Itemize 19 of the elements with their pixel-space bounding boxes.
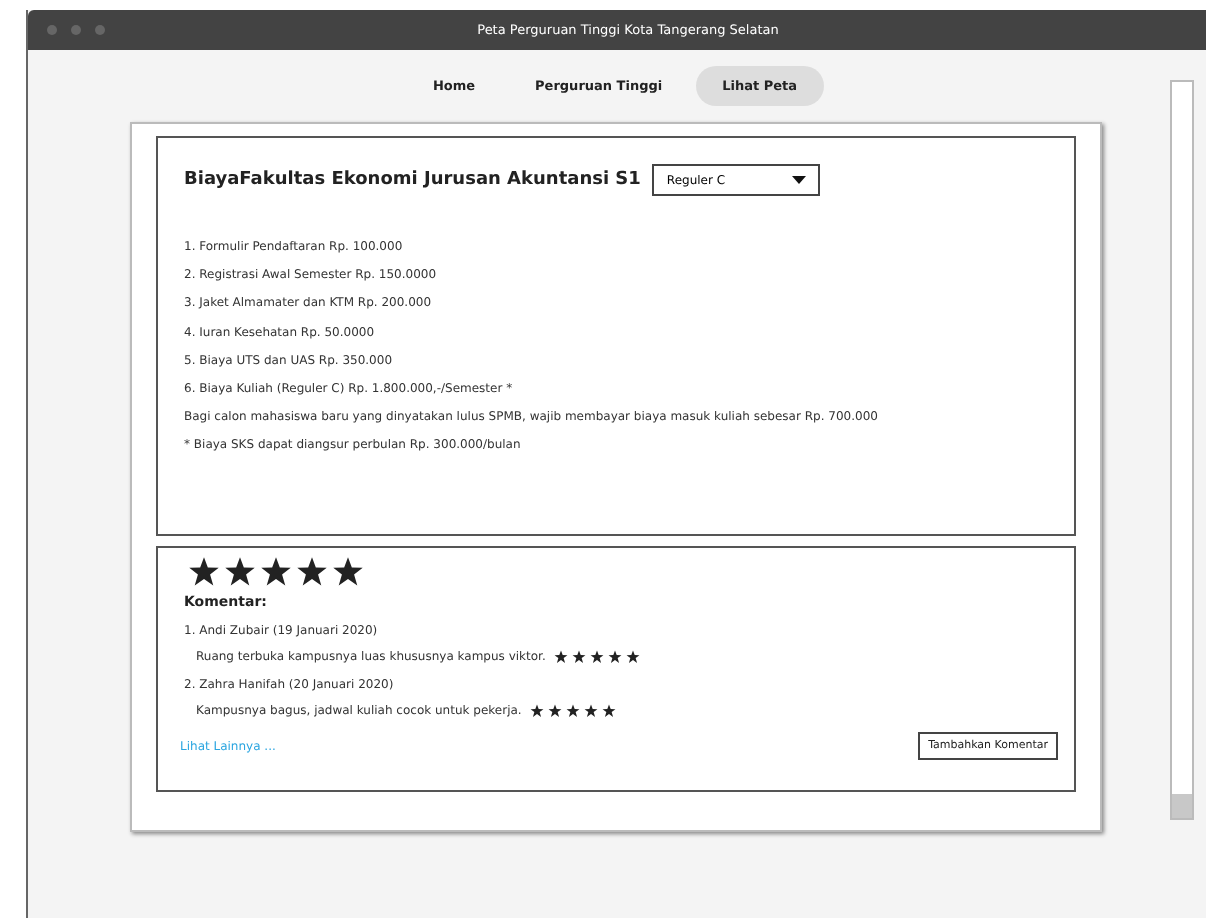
star-icon (565, 704, 580, 718)
star-icon (601, 704, 616, 718)
star-icon (583, 704, 598, 718)
star-icon (188, 556, 220, 588)
star-icon (332, 556, 364, 588)
star-icon (553, 650, 568, 664)
star-icon (547, 704, 562, 718)
star-icon (296, 556, 328, 588)
star-icon (607, 650, 622, 664)
star-icon (625, 650, 640, 664)
caret-icon (792, 176, 807, 184)
star-icon (571, 650, 586, 664)
section-title: BiayaFakultas Ekonomi Jurusan Akuntansi S1 (184, 170, 641, 190)
star-icon (589, 650, 604, 664)
star-icon (529, 704, 544, 718)
window-controls-icon[interactable] (46, 24, 106, 36)
star-icon (260, 556, 292, 588)
scrollbar[interactable] (1170, 80, 1194, 820)
star-icon (224, 556, 256, 588)
